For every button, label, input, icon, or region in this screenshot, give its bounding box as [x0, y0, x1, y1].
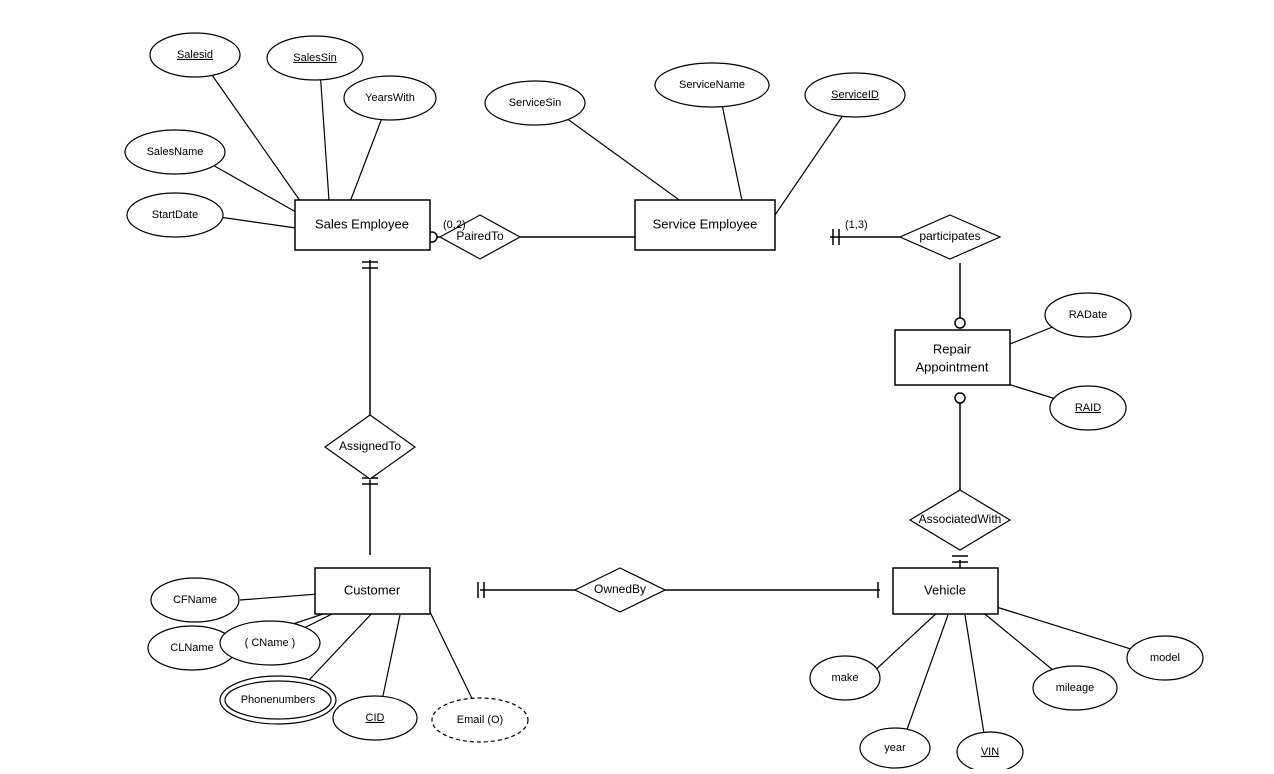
- vehicle-label: Vehicle: [924, 582, 966, 597]
- mileage-label: mileage: [1056, 682, 1095, 694]
- repair-appointment-label2: Appointment: [916, 359, 989, 374]
- participates-label: participates: [919, 229, 980, 243]
- sales-employee-label: Sales Employee: [315, 216, 409, 231]
- radate-label: RADate: [1069, 309, 1108, 321]
- phonenumbers-label: Phonenumbers: [241, 694, 316, 706]
- startdate-label: StartDate: [152, 209, 198, 221]
- assigned-to-label: AssignedTo: [339, 439, 401, 453]
- repair-appointment-label1: Repair: [933, 341, 972, 356]
- cfname-label: CFName: [173, 594, 217, 606]
- salesname-label: SalesName: [147, 146, 204, 158]
- cid-label: CID: [366, 712, 385, 724]
- clname-label: CLName: [170, 642, 213, 654]
- customer-label: Customer: [344, 582, 401, 597]
- service-employee-label: Service Employee: [653, 216, 758, 231]
- repair-appointment-entity: [895, 330, 1010, 385]
- salesid-label: Salesid: [177, 49, 213, 61]
- paired-to-label: PairedTo: [456, 229, 504, 243]
- servicesin-label: ServiceSin: [509, 97, 562, 109]
- cardinality-13: (1,3): [845, 219, 868, 231]
- cardinality-02: (0,2): [443, 219, 466, 231]
- associated-with-label: AssociatedWith: [919, 512, 1002, 526]
- er-diagram: Sales Employee Service Employee Repair A…: [0, 0, 1274, 769]
- salessin-label: SalesSin: [293, 52, 336, 64]
- yearswith-label: YearsWith: [365, 92, 415, 104]
- email-label: Email (O): [457, 714, 503, 726]
- cname-label: ( CName ): [245, 637, 296, 649]
- raid-label: RAID: [1075, 402, 1101, 414]
- year-label: year: [884, 742, 906, 754]
- make-label: make: [832, 672, 859, 684]
- vin-label: VIN: [981, 746, 999, 758]
- owned-by-label: OwnedBy: [594, 582, 646, 596]
- serviceid-label: ServiceID: [831, 89, 879, 101]
- model-label: model: [1150, 652, 1180, 664]
- servicename-label: ServiceName: [679, 79, 745, 91]
